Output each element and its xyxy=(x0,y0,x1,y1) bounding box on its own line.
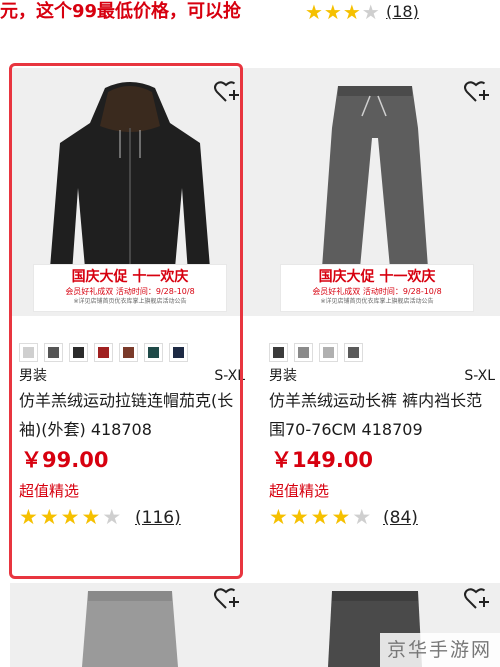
promo-tag: 超值精选 xyxy=(269,482,330,500)
color-swatch[interactable] xyxy=(119,343,138,362)
review-count-link[interactable]: (18) xyxy=(386,2,419,22)
product-card-jacket[interactable]: 国庆大促 十一欢庆 会员好礼成双 活动时间：9/28-10/8 ※详见店铺首页优… xyxy=(10,68,250,578)
banner-subtitle: 会员好礼成双 活动时间：9/28-10/8 xyxy=(312,287,442,296)
favorite-add-icon[interactable] xyxy=(214,80,240,104)
color-swatch[interactable] xyxy=(269,343,288,362)
banner-title: 国庆大促 十一欢庆 xyxy=(318,269,436,285)
banner-subtitle: 会员好礼成双 活动时间：9/28-10/8 xyxy=(65,287,195,296)
stars-filled: ★★★★ xyxy=(269,505,353,529)
size-range: S-XL xyxy=(214,368,245,384)
promo-banner: 国庆大促 十一欢庆 会员好礼成双 活动时间：9/28-10/8 ※详见店铺首页优… xyxy=(280,264,474,312)
promo-text: 元，这个99最低价格，可以抢 xyxy=(0,1,242,22)
color-swatches xyxy=(269,343,363,362)
rating-stars: ★★★★★ xyxy=(269,505,373,529)
top-strip: 元，这个99最低价格，可以抢 ★★★★ (18) xyxy=(0,0,500,32)
stars-filled: ★★★★ xyxy=(19,505,103,529)
color-swatch[interactable] xyxy=(169,343,188,362)
product-image[interactable] xyxy=(10,583,250,667)
color-swatch[interactable] xyxy=(69,343,88,362)
color-swatches xyxy=(19,343,188,362)
stars-empty: ★ xyxy=(102,505,124,529)
gender-label: 男装 xyxy=(19,368,47,384)
rating-stars: ★★★★ xyxy=(305,1,381,23)
product-card-next-left[interactable] xyxy=(10,583,250,667)
color-swatch[interactable] xyxy=(344,343,363,362)
promo-tag: 超值精选 xyxy=(19,482,80,500)
promo-banner: 国庆大促 十一欢庆 会员好礼成双 活动时间：9/28-10/8 ※详见店铺首页优… xyxy=(33,264,227,312)
banner-note: ※详见店铺首页优衣库掌上旗舰店活动公告 xyxy=(320,298,434,305)
product-price: ￥99.00 xyxy=(21,448,109,472)
color-swatch[interactable] xyxy=(319,343,338,362)
product-image[interactable]: 国庆大促 十一欢庆 会员好礼成双 活动时间：9/28-10/8 ※详见店铺首页优… xyxy=(250,68,500,316)
favorite-add-icon[interactable] xyxy=(464,80,490,104)
color-swatch[interactable] xyxy=(144,343,163,362)
banner-title: 国庆大促 十一欢庆 xyxy=(71,269,189,285)
color-swatch[interactable] xyxy=(44,343,63,362)
stars-empty: ★ xyxy=(361,0,381,24)
color-swatch[interactable] xyxy=(294,343,313,362)
color-swatch[interactable] xyxy=(19,343,38,362)
color-swatch[interactable] xyxy=(94,343,113,362)
favorite-add-icon[interactable] xyxy=(464,587,490,611)
product-image[interactable]: 国庆大促 十一欢庆 会员好礼成双 活动时间：9/28-10/8 ※详见店铺首页优… xyxy=(10,68,250,316)
review-count-link[interactable]: (84) xyxy=(383,508,418,528)
banner-note: ※详见店铺首页优衣库掌上旗舰店活动公告 xyxy=(73,298,187,305)
gender-label: 男装 xyxy=(269,368,297,384)
product-card-pants[interactable]: 国庆大促 十一欢庆 会员好礼成双 活动时间：9/28-10/8 ※详见店铺首页优… xyxy=(250,68,500,578)
product-name[interactable]: 仿羊羔绒运动拉链连帽茄克(长袖)(外套) 418708 xyxy=(19,386,241,444)
rating-stars: ★★★★★ xyxy=(19,505,123,529)
stars-filled: ★★★ xyxy=(305,0,362,24)
product-price: ￥149.00 xyxy=(271,448,374,472)
favorite-add-icon[interactable] xyxy=(214,587,240,611)
product-name[interactable]: 仿羊羔绒运动长裤 裤内裆长范围70-76CM 418709 xyxy=(269,386,491,444)
review-count-link[interactable]: (116) xyxy=(135,508,181,528)
size-range: S-XL xyxy=(464,368,495,384)
watermark: 京华手游网 xyxy=(380,633,500,667)
stars-empty: ★ xyxy=(352,505,374,529)
